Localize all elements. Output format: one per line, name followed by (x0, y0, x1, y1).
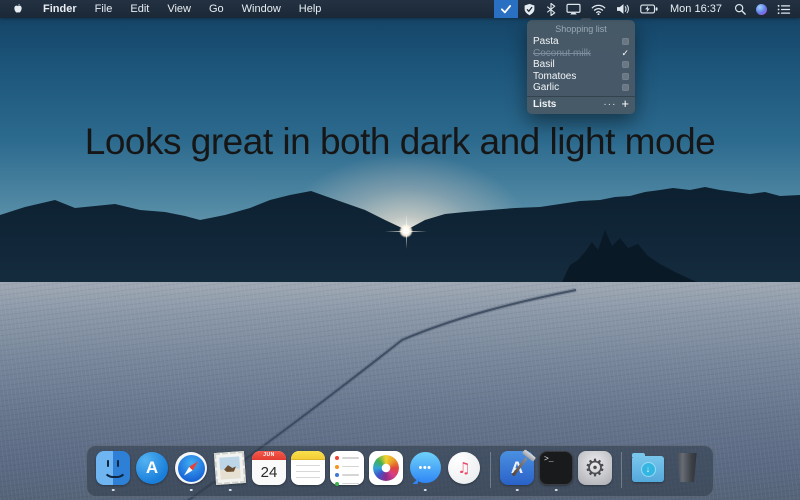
menu-bar: Finder File Edit View Go Window Help (0, 0, 800, 18)
spotlight-icon[interactable] (729, 0, 751, 18)
photos-icon (369, 451, 403, 485)
checkbox[interactable] (622, 61, 629, 68)
item-label: Garlic (533, 82, 622, 93)
list-item[interactable]: Pasta ✓ (527, 36, 635, 48)
list-item[interactable]: Basil ✓ (527, 59, 635, 71)
dock-app-finder[interactable] (95, 450, 131, 492)
app-store-icon: A (136, 452, 168, 484)
dock-trash[interactable] (669, 450, 705, 492)
dock-app-safari[interactable] (173, 450, 209, 492)
calendar-icon: JUN 24 (252, 451, 286, 485)
item-label: Basil (533, 59, 622, 70)
menu-item-file[interactable]: File (86, 0, 122, 18)
xcode-icon: A (500, 451, 534, 485)
trash-icon (676, 453, 698, 482)
notification-center-icon[interactable] (772, 0, 800, 18)
menu-item-help[interactable]: Help (290, 0, 331, 18)
apple-menu[interactable] (0, 0, 34, 18)
dock-app-reminders[interactable] (329, 450, 365, 492)
safari-icon (175, 452, 207, 484)
notes-icon (291, 451, 325, 485)
downloads-folder-icon: ↓ (632, 456, 664, 482)
dock-downloads-folder[interactable]: ↓ (630, 450, 666, 492)
volume-icon[interactable] (611, 0, 635, 18)
menu-item-go[interactable]: Go (200, 0, 233, 18)
checkbox[interactable] (622, 38, 629, 45)
menu-bar-status-area: Mon 16:37 (494, 0, 800, 18)
running-indicator (190, 489, 193, 492)
reminders-icon (330, 451, 364, 485)
dock-app-terminal[interactable]: >_ (538, 450, 574, 492)
calendar-day: 24 (252, 460, 286, 485)
checkbox[interactable] (622, 73, 629, 80)
item-label: Pasta (533, 36, 622, 47)
menu-item-window[interactable]: Window (233, 0, 290, 18)
dock-app-mail[interactable] (212, 450, 248, 492)
hero-headline: Looks great in both dark and light mode (0, 121, 800, 163)
add-item-button[interactable]: + (621, 99, 629, 109)
item-label: Tomatoes (533, 71, 622, 82)
apple-icon (12, 2, 24, 16)
terminal-icon: >_ (539, 451, 573, 485)
item-label: Coconut milk (533, 48, 621, 59)
menu-bar-left: Finder File Edit View Go Window Help (0, 0, 330, 18)
menu-item-edit[interactable]: Edit (121, 0, 158, 18)
running-indicator (516, 489, 519, 492)
menu-bar-clock[interactable]: Mon 16:37 (663, 3, 729, 15)
running-indicator (424, 489, 427, 492)
shield-icon[interactable] (518, 0, 541, 18)
running-indicator (229, 489, 232, 492)
list-item[interactable]: Tomatoes ✓ (527, 71, 635, 83)
bluetooth-icon[interactable] (541, 0, 561, 18)
checkmark-icon[interactable]: ✓ (621, 50, 629, 57)
popover-title: Shopping list (527, 20, 635, 36)
dock-app-calendar[interactable]: JUN 24 (251, 450, 287, 492)
dock-app-notes[interactable] (290, 450, 326, 492)
system-preferences-icon: ⚙ (578, 451, 612, 485)
dock-app-itunes[interactable]: ♫ (446, 450, 482, 492)
desktop: Looks great in both dark and light mode … (0, 0, 800, 500)
dock: A JUN 24 (86, 445, 714, 497)
shopping-list-popover: Shopping list Pasta ✓ Coconut milk ✓ Bas… (527, 20, 635, 114)
checkbox[interactable] (622, 84, 629, 91)
dock-app-messages[interactable]: ••• (407, 450, 443, 492)
dock-app-photos[interactable] (368, 450, 404, 492)
siri-icon[interactable] (751, 0, 772, 18)
dock-app-app-store[interactable]: A (134, 450, 170, 492)
lists-button[interactable]: Lists (533, 99, 603, 110)
dock-app-system-preferences[interactable]: ⚙ (577, 450, 613, 492)
messages-icon: ••• (410, 452, 441, 483)
running-indicator (555, 489, 558, 492)
itunes-icon: ♫ (448, 452, 480, 484)
wifi-icon[interactable] (586, 0, 611, 18)
battery-icon[interactable] (635, 0, 663, 18)
checklist-app-menu-icon[interactable] (494, 0, 518, 18)
dock-separator (490, 452, 491, 488)
list-item[interactable]: Coconut milk ✓ (527, 48, 635, 60)
finder-icon (96, 451, 130, 485)
more-options-button[interactable]: ··· (603, 99, 616, 110)
mail-icon (214, 451, 246, 485)
running-indicator (112, 489, 115, 492)
menu-item-view[interactable]: View (158, 0, 200, 18)
menu-item-finder[interactable]: Finder (34, 0, 86, 18)
popover-footer: Lists ··· + (527, 96, 635, 114)
dock-app-xcode[interactable]: A (499, 450, 535, 492)
dock-separator (621, 452, 622, 488)
list-item[interactable]: Garlic ✓ (527, 82, 635, 94)
calendar-month: JUN (252, 451, 286, 460)
display-icon[interactable] (561, 0, 586, 18)
